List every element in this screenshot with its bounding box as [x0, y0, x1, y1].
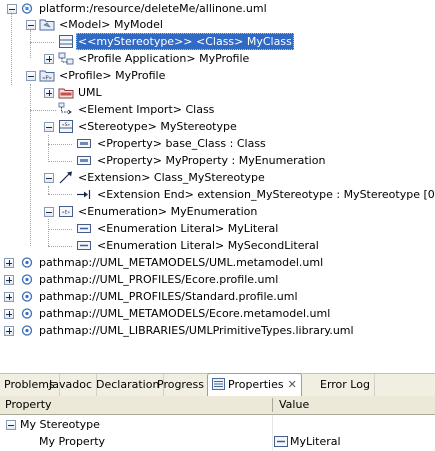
view-tab-bar: Problems Javadoc Declaration Progress Pr… — [0, 373, 435, 397]
expand-toggle[interactable] — [44, 54, 54, 64]
tab-error-log[interactable]: Error Log — [316, 374, 375, 396]
profile-folder-icon: «P» — [39, 70, 55, 82]
tab-properties-label: Properties — [228, 378, 284, 391]
tree-guide — [30, 110, 56, 111]
property-icon — [77, 139, 91, 148]
model-label: <Model> MyModel — [59, 18, 163, 31]
collapse-toggle[interactable] — [26, 71, 36, 81]
property-sheet-header: Property Value — [0, 396, 435, 415]
expand-toggle[interactable] — [4, 309, 14, 319]
tab-properties[interactable]: Properties ✕ — [207, 373, 302, 397]
column-divider[interactable] — [272, 398, 273, 412]
pathmap-label: pathmap://UML_LIBRARIES/UMLPrimitiveType… — [39, 324, 354, 337]
resource-file-icon — [21, 325, 33, 336]
expand-toggle[interactable] — [44, 88, 54, 98]
close-icon[interactable]: ✕ — [288, 374, 297, 396]
expand-toggle[interactable] — [4, 292, 14, 302]
collapse-toggle[interactable] — [44, 122, 54, 132]
resource-file-icon — [21, 257, 33, 268]
extension-end-label: <Extension End> extension_MyStereotype :… — [97, 188, 435, 201]
pathmap-label: pathmap://UML_PROFILES/Standard.profile.… — [39, 290, 298, 303]
profile-application-icon — [58, 52, 74, 65]
tree-guide — [48, 194, 72, 195]
svg-text:«S»: «S» — [62, 122, 71, 128]
enumeration-label: <Enumeration> MyEnumeration — [78, 205, 258, 218]
pathmap-label: pathmap://UML_PROFILES/Ecore.profile.uml — [39, 273, 279, 286]
property-my-property-label: <Property> MyProperty : MyEnumeration — [97, 154, 326, 167]
tab-progress[interactable]: Progress — [153, 374, 209, 396]
tree-guide — [48, 246, 72, 247]
literal-1-label: <Enumeration Literal> MyLiteral — [97, 222, 279, 235]
tree-guide — [48, 229, 72, 230]
property-value-cell[interactable]: MyLiteral — [274, 433, 341, 450]
tree-guide — [30, 30, 31, 58]
svg-text:«E»: «E» — [62, 210, 71, 216]
enumeration-icon: «E» — [59, 206, 73, 217]
class-label: <<myStereotype>> <Class> MyClass — [76, 33, 294, 50]
properties-view-icon — [212, 378, 225, 390]
tab-javadoc[interactable]: Javadoc — [45, 374, 97, 396]
enumeration-literal-icon — [274, 436, 288, 447]
expand-toggle[interactable] — [4, 275, 14, 285]
tree-guide — [48, 161, 72, 162]
tree-guide — [48, 135, 49, 162]
literal-2-label: <Enumeration Literal> MySecondLiteral — [97, 239, 319, 252]
property-name: My Property — [39, 435, 106, 448]
collapse-toggle[interactable] — [44, 207, 54, 217]
enumeration-literal-icon — [77, 241, 91, 250]
element-import-label: <Element Import> Class — [78, 103, 215, 116]
profile-label: <Profile> MyProfile — [59, 69, 166, 82]
property-icon — [77, 156, 91, 165]
column-header-value[interactable]: Value — [274, 396, 309, 414]
resource-file-icon — [21, 3, 33, 14]
enumeration-literal-icon — [77, 224, 91, 233]
model-tree[interactable]: platform:/resource/deleteMe/allinone.uml… — [0, 0, 435, 370]
resource-file-icon — [21, 291, 33, 302]
pathmap-label: pathmap://UML_METAMODELS/UML.metamodel.u… — [39, 256, 324, 269]
collapse-toggle[interactable] — [7, 4, 17, 14]
property-base-class-label: <Property> base_Class : Class — [97, 137, 266, 150]
profile-application-label: <Profile Application> MyProfile — [78, 52, 250, 65]
tree-guide — [48, 219, 49, 246]
pathmap-label: pathmap://UML_METAMODELS/Ecore.metamodel… — [39, 307, 331, 320]
tab-javadoc-label: Javadoc — [49, 378, 92, 391]
tab-error-log-label: Error Log — [320, 378, 370, 391]
model-folder-icon — [39, 19, 55, 31]
expand-toggle[interactable] — [4, 326, 14, 336]
root-resource-label: platform:/resource/deleteMe/allinone.uml — [39, 2, 267, 15]
stereotype-icon: «S» — [59, 120, 73, 133]
uml-import-label: UML — [78, 86, 102, 99]
resource-file-icon — [21, 308, 33, 319]
tree-guide — [11, 12, 12, 85]
collapse-toggle[interactable] — [44, 173, 54, 183]
tree-guide — [48, 186, 49, 194]
category-label: My Stereotype — [20, 418, 100, 431]
column-header-property[interactable]: Property — [0, 396, 52, 414]
extension-icon — [59, 171, 72, 184]
resource-file-icon — [21, 274, 33, 285]
property-category-row[interactable]: My Stereotype — [0, 416, 435, 433]
element-import-icon — [58, 102, 72, 115]
tree-guide — [30, 42, 54, 43]
svg-text:«P»: «P» — [42, 76, 52, 82]
package-import-icon — [58, 88, 74, 99]
stereotype-label: <Stereotype> MyStereotype — [78, 120, 237, 133]
property-row[interactable]: My Property MyLiteral — [0, 433, 435, 450]
tab-declaration-label: Declaration — [96, 378, 160, 391]
collapse-toggle[interactable] — [6, 420, 16, 430]
tab-progress-label: Progress — [157, 378, 204, 391]
expand-toggle[interactable] — [4, 258, 14, 268]
collapse-toggle[interactable] — [26, 20, 36, 30]
extension-label: <Extension> Class_MyStereotype — [78, 171, 265, 184]
property-value: MyLiteral — [290, 435, 341, 448]
extension-end-icon — [77, 190, 91, 199]
property-sheet: Property Value My Stereotype My Property… — [0, 396, 435, 451]
tree-guide — [48, 144, 72, 145]
class-icon — [59, 35, 73, 48]
tree-guide — [30, 84, 31, 246]
